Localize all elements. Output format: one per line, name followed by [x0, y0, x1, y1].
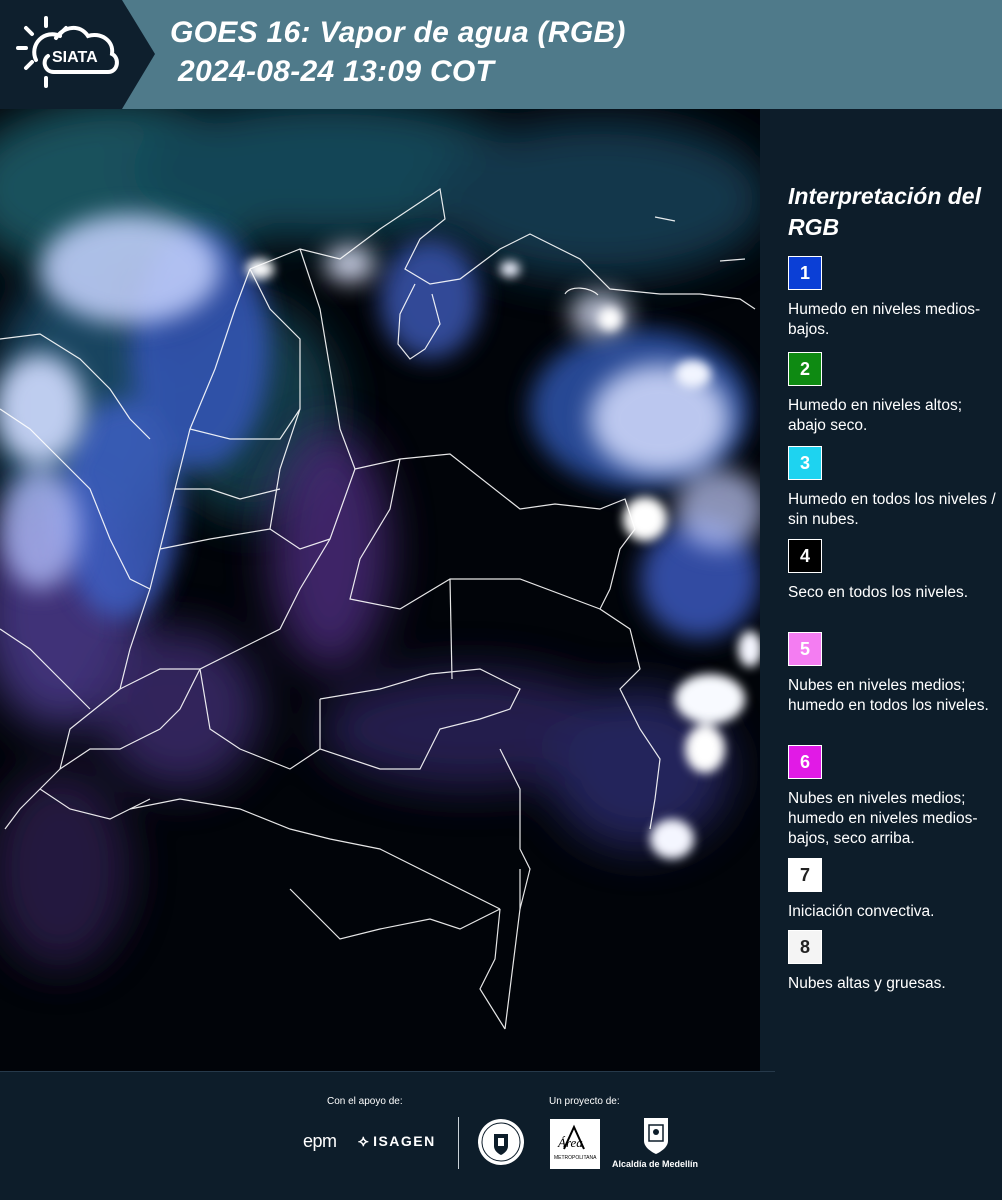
amva-word: Área — [557, 1135, 583, 1150]
legend-item-4: 4 Seco en todos los niveles. — [788, 539, 998, 603]
footer: Con el apoyo de: Un proyecto de: epm ⟡ IS… — [0, 1071, 1002, 1200]
legend-label: Nubes en niveles medios; humedo en todos… — [788, 677, 989, 714]
page-title: GOES 16: Vapor de agua (RGB) — [170, 16, 626, 49]
siata-logo[interactable]: SIATA — [0, 0, 155, 109]
legend-item-6: 6 Nubes en niveles medios; humedo en niv… — [788, 745, 998, 849]
legend-label: Nubes altas y gruesas. — [788, 975, 946, 992]
legend-swatch: 2 — [788, 352, 822, 386]
legend-title: Interpretación del RGB — [788, 183, 981, 240]
legend-label: Seco en todos los niveles. — [788, 584, 969, 601]
legend-swatch: 4 — [788, 539, 822, 573]
logo-text: SIATA — [52, 49, 98, 66]
legend-label: Humedo en todos los niveles / sin nubes. — [788, 491, 996, 528]
header-bar: SIATA GOES 16: Vapor de agua (RGB) 2024-… — [0, 0, 1002, 109]
sun-cloud-icon: SIATA — [16, 16, 119, 88]
alcaldia-label: Alcaldía de Medellín — [612, 1159, 699, 1169]
epm-logo[interactable]: epm — [303, 1131, 337, 1152]
footer-divider — [0, 1071, 775, 1072]
legend-label: Nubes en niveles medios; humedo en nivel… — [788, 790, 978, 847]
timestamp-title: 2024-08-24 13:09 COT — [178, 55, 495, 88]
project-label: Un proyecto de: — [549, 1096, 620, 1107]
legend-label: Iniciación convectiva. — [788, 903, 935, 920]
legend-swatch: 3 — [788, 446, 822, 480]
legend-swatch: 6 — [788, 745, 822, 779]
legend-item-1: 1 Humedo en niveles medios-bajos. — [788, 256, 998, 340]
legend-item-3: 3 Humedo en todos los niveles / sin nube… — [788, 446, 998, 530]
legend-panel: Interpretación del RGB 1 Humedo en nivel… — [760, 109, 1002, 1071]
isagen-mark-icon: ⟡ — [358, 1133, 371, 1150]
alcaldia-shield-icon[interactable] — [643, 1117, 669, 1155]
legend-swatch: 8 — [788, 930, 822, 964]
isagen-label: ISAGEN — [373, 1133, 436, 1149]
legend-item-2: 2 Humedo en niveles altos; abajo seco. — [788, 352, 998, 436]
support-label: Con el apoyo de: — [327, 1096, 403, 1107]
legend-label: Humedo en niveles altos; abajo seco. — [788, 397, 963, 434]
footer-separator — [458, 1117, 459, 1169]
legend-item-8: 8 Nubes altas y gruesas. — [788, 930, 998, 994]
legend-item-5: 5 Nubes en niveles medios; humedo en tod… — [788, 632, 998, 716]
legend-swatch: 7 — [788, 858, 822, 892]
isagen-logo[interactable]: ⟡ ISAGEN — [358, 1133, 436, 1151]
amva-sub: METROPOLITANA — [554, 1155, 597, 1161]
area-metropolitana-logo[interactable]: Área METROPOLITANA — [550, 1119, 600, 1169]
university-seal-icon[interactable] — [476, 1116, 526, 1168]
legend-swatch: 1 — [788, 256, 822, 290]
satellite-map[interactable] — [0, 109, 760, 1071]
legend-swatch: 5 — [788, 632, 822, 666]
satellite-image — [0, 109, 760, 1071]
legend-item-7: 7 Iniciación convectiva. — [788, 858, 998, 922]
legend-label: Humedo en niveles medios-bajos. — [788, 301, 981, 338]
